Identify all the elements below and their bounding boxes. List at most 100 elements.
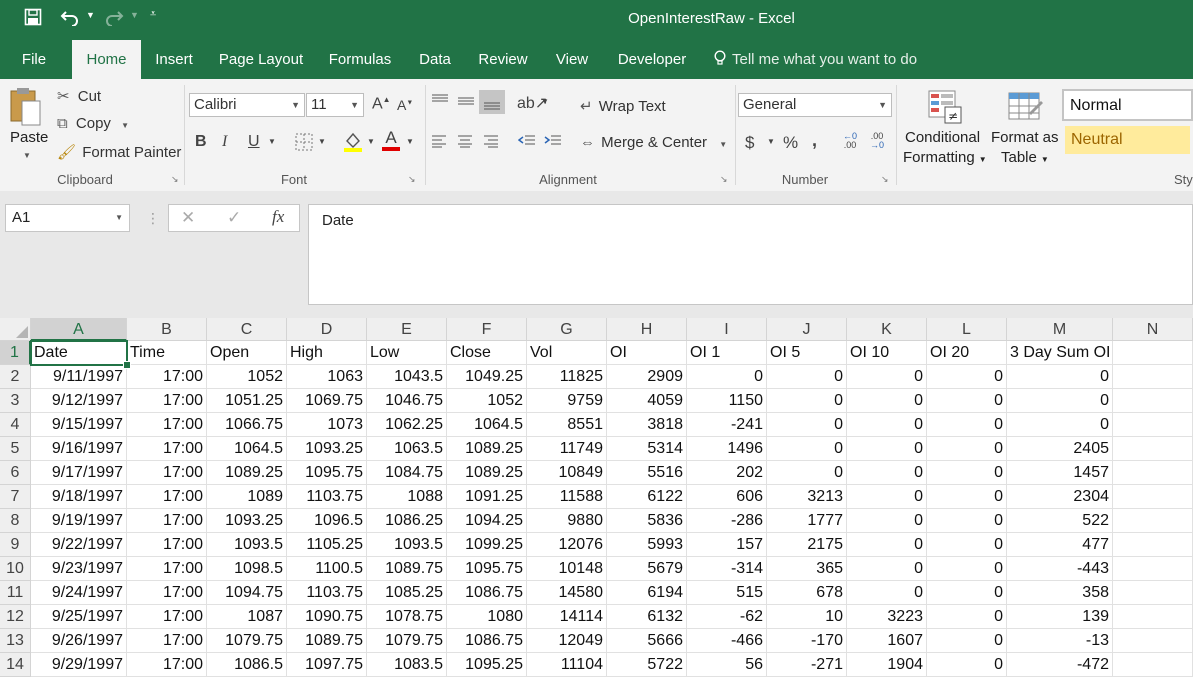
row-header[interactable]: 12	[0, 605, 31, 629]
merge-center-dropdown-icon[interactable]: ▼	[719, 140, 727, 149]
table-cell[interactable]: 10849	[527, 461, 607, 485]
table-cell[interactable]: 1064.5	[207, 437, 287, 461]
header-cell[interactable]: Time	[127, 341, 207, 365]
align-middle-icon[interactable]	[457, 93, 475, 114]
row-header[interactable]: 5	[0, 437, 31, 461]
table-cell[interactable]: 157	[687, 533, 767, 557]
table-cell[interactable]: 0	[847, 509, 927, 533]
table-cell[interactable]: 1094.25	[447, 509, 527, 533]
table-cell[interactable]: 0	[847, 461, 927, 485]
table-cell[interactable]: 17:00	[127, 533, 207, 557]
row-header[interactable]: 7	[0, 485, 31, 509]
table-cell[interactable]: 6132	[607, 605, 687, 629]
underline-dropdown-icon[interactable]: ▼	[268, 137, 276, 146]
table-cell[interactable]: -271	[767, 653, 847, 677]
table-cell[interactable]: 1066.75	[207, 413, 287, 437]
table-cell[interactable]: 17:00	[127, 509, 207, 533]
table-cell[interactable]: 1052	[207, 365, 287, 389]
table-cell[interactable]: 1094.75	[207, 581, 287, 605]
copy-dropdown-icon[interactable]: ▼	[121, 121, 129, 130]
percent-button[interactable]: %	[783, 133, 798, 153]
table-cell[interactable]: 17:00	[127, 461, 207, 485]
table-cell[interactable]: 1064.5	[447, 413, 527, 437]
table-cell[interactable]: 17:00	[127, 389, 207, 413]
tab-page-layout[interactable]: Page Layout	[212, 40, 310, 79]
fill-color-dropdown-icon[interactable]: ▼	[367, 137, 375, 146]
table-cell[interactable]: 1095.75	[447, 557, 527, 581]
row-header[interactable]: 4	[0, 413, 31, 437]
table-cell[interactable]: 1089.75	[367, 557, 447, 581]
merge-center-button[interactable]: ⇔ Merge & Center ▼	[580, 134, 727, 151]
table-cell[interactable]: 0	[927, 533, 1007, 557]
table-cell[interactable]: 1496	[687, 437, 767, 461]
table-cell[interactable]: 678	[767, 581, 847, 605]
table-cell[interactable]: 1089.25	[447, 461, 527, 485]
align-left-icon[interactable]	[431, 134, 447, 153]
table-cell[interactable]: 1093.5	[207, 533, 287, 557]
table-cell[interactable]: 1078.75	[367, 605, 447, 629]
table-cell[interactable]: 1607	[847, 629, 927, 653]
table-cell[interactable]: 11104	[527, 653, 607, 677]
table-cell[interactable]: 0	[927, 437, 1007, 461]
table-cell[interactable]: 0	[927, 605, 1007, 629]
fill-color-button[interactable]	[343, 131, 363, 158]
row-header[interactable]: 11	[0, 581, 31, 605]
table-cell[interactable]: 10148	[527, 557, 607, 581]
table-cell[interactable]: 17:00	[127, 413, 207, 437]
number-format-select[interactable]: General ▼	[738, 93, 892, 117]
table-cell[interactable]: 0	[927, 413, 1007, 437]
table-cell[interactable]: 365	[767, 557, 847, 581]
table-cell[interactable]: 1777	[767, 509, 847, 533]
table-cell[interactable]: 0	[847, 533, 927, 557]
currency-button[interactable]: $	[745, 133, 754, 153]
table-cell[interactable]: 1103.75	[287, 581, 367, 605]
cell-style-neutral[interactable]: Neutral	[1065, 126, 1190, 154]
table-cell[interactable]: 5836	[607, 509, 687, 533]
table-cell[interactable]: 1073	[287, 413, 367, 437]
table-cell[interactable]: -466	[687, 629, 767, 653]
table-cell[interactable]: 0	[847, 557, 927, 581]
borders-dropdown-icon[interactable]: ▼	[318, 137, 326, 146]
table-cell[interactable]: 606	[687, 485, 767, 509]
table-cell[interactable]: 1093.5	[367, 533, 447, 557]
table-cell[interactable]: 0	[767, 437, 847, 461]
table-cell[interactable]: 2175	[767, 533, 847, 557]
table-cell[interactable]: 1088	[367, 485, 447, 509]
row-header[interactable]: 8	[0, 509, 31, 533]
table-cell[interactable]	[1113, 413, 1193, 437]
font-size-select[interactable]: 11 ▼	[306, 93, 364, 117]
font-color-dropdown-icon[interactable]: ▼	[406, 137, 414, 146]
table-cell[interactable]: 1080	[447, 605, 527, 629]
bold-button[interactable]: B	[195, 133, 207, 151]
name-box[interactable]: A1 ▼	[5, 204, 130, 232]
table-cell[interactable]	[1113, 509, 1193, 533]
table-cell[interactable]: -170	[767, 629, 847, 653]
wrap-text-button[interactable]: ↵ Wrap Text	[580, 97, 666, 115]
table-cell[interactable]: 56	[687, 653, 767, 677]
table-cell[interactable]: 1096.5	[287, 509, 367, 533]
row-header[interactable]: 2	[0, 365, 31, 389]
table-cell[interactable]: -443	[1007, 557, 1113, 581]
paste-button[interactable]: Paste ▼	[8, 87, 48, 167]
table-cell[interactable]: 1085.25	[367, 581, 447, 605]
table-cell[interactable]: 1091.25	[447, 485, 527, 509]
table-cell[interactable]: 1086.25	[367, 509, 447, 533]
table-cell[interactable]: 9/26/1997	[31, 629, 127, 653]
table-cell[interactable]	[1113, 653, 1193, 677]
table-cell[interactable]	[1113, 557, 1193, 581]
table-cell[interactable]: 17:00	[127, 557, 207, 581]
table-cell[interactable]: 1043.5	[367, 365, 447, 389]
table-cell[interactable]	[1113, 605, 1193, 629]
decrease-indent-icon[interactable]	[517, 134, 536, 153]
header-cell[interactable]: OI 1	[687, 341, 767, 365]
column-header[interactable]: H	[607, 318, 687, 341]
format-as-table-button[interactable]: Format as Table ▼	[990, 87, 1060, 171]
select-all-corner[interactable]	[0, 318, 31, 341]
table-cell[interactable]: 1086.75	[447, 581, 527, 605]
row-header[interactable]: 1	[0, 341, 31, 365]
row-header[interactable]: 13	[0, 629, 31, 653]
table-cell[interactable]: 1095.75	[287, 461, 367, 485]
align-right-icon[interactable]	[483, 134, 499, 153]
table-cell[interactable]: 2405	[1007, 437, 1113, 461]
table-cell[interactable]: -62	[687, 605, 767, 629]
